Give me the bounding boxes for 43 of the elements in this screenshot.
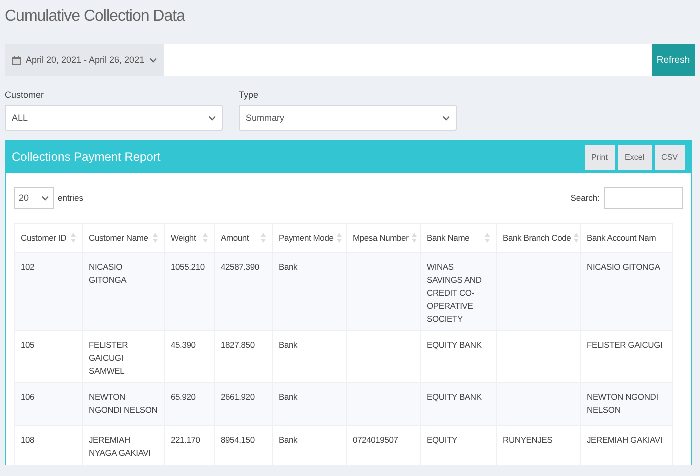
table-cell: 1055.210 [164,252,214,330]
sort-icon [412,233,417,243]
filter-label: Type [239,89,260,100]
export-button[interactable]: Print [584,144,615,170]
sort-icon [485,233,490,243]
sort-icon [71,233,76,243]
table-cell: WINAS SAVINGS AND CREDIT CO-OPERATIVE SOCIETY [420,252,496,330]
caret-icon [42,196,49,200]
filter-select[interactable]: ALL [5,105,223,131]
calendar-icon [12,56,21,64]
page-title: Cumulative Collection Data [4,7,186,27]
table-cell: NEWTON NGONDI NELSON [82,382,164,426]
caret-icon [209,116,216,120]
table-cell: Bank [272,252,346,330]
export-button[interactable]: Excel [618,144,652,170]
table-cell: NICASIO GITONGA [580,252,672,330]
caret-icon [443,116,450,120]
entries-label: entries [58,193,84,203]
table-cell: 42587.390 [214,252,272,330]
report-title: Collections Payment Report [12,150,161,164]
sort-icon [574,233,580,243]
table-cell: EQUITY BANK [420,382,496,426]
date-range-picker[interactable]: April 20, 2021 - April 26, 2021 [5,44,164,76]
page-size-select[interactable]: 20 [14,187,54,209]
table-cell: 2661.920 [214,382,272,426]
table-cell: Bank [272,382,346,426]
sort-icon [261,233,266,243]
search-field[interactable] [604,187,683,209]
sort-icon [153,233,158,243]
table-cell: 102 [14,252,82,330]
filter-select[interactable]: Summary [239,105,457,131]
sort-icon [203,233,208,243]
table-cell: 106 [14,382,82,426]
table-cell: 108 [14,426,82,465]
sort-icon [336,233,342,243]
column-header[interactable]: Customer ID [14,224,82,252]
caret-icon [150,58,157,62]
export-button[interactable]: CSV [654,144,685,170]
table-cell: NICASIO GITONGA [82,252,164,330]
filter-label: Customer [5,89,46,100]
table-cell: 65.920 [164,382,214,426]
search-label: Search: [570,193,600,203]
table-cell: NEWTON NGONDI NELSON [580,382,672,426]
